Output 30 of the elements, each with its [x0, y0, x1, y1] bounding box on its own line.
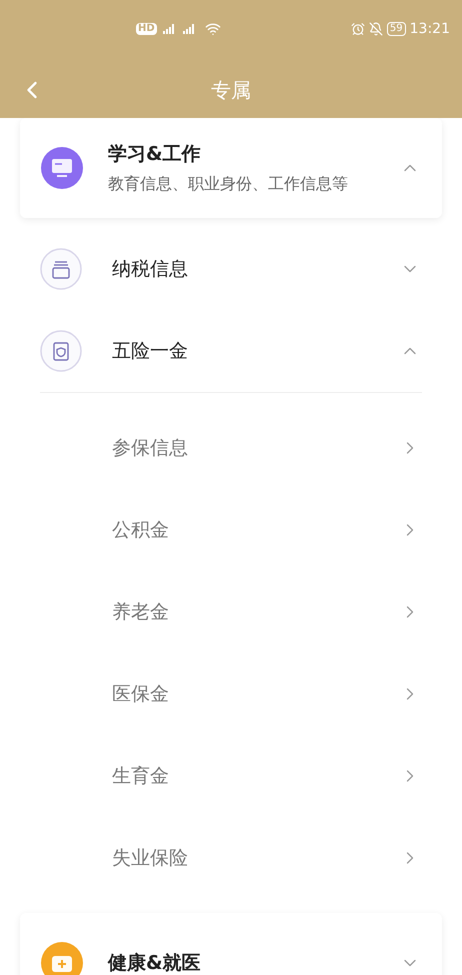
card-title: 学习&工作 — [108, 142, 202, 167]
item-label: 公积金 — [112, 518, 170, 543]
item-label: 养老金 — [112, 600, 170, 625]
item-label: 参保信息 — [112, 436, 189, 461]
item-label: 生育金 — [112, 764, 170, 789]
list-item[interactable]: 生育金 — [0, 735, 462, 817]
alarm-icon — [350, 22, 365, 36]
list-item[interactable]: 养老金 — [0, 571, 462, 653]
group-row[interactable]: 五险一金 — [0, 310, 462, 392]
page-title: 专属 — [211, 77, 251, 104]
clock-time: 13:21 — [410, 20, 450, 38]
group-title: 五险一金 — [112, 338, 189, 364]
card-title: 健康&就医 — [108, 950, 202, 975]
card-subtitle: 教育信息、职业身份、工作信息等 — [108, 173, 349, 196]
group-title: 纳税信息 — [112, 256, 189, 282]
category-card[interactable]: 学习&工作 教育信息、职业身份、工作信息等 — [20, 118, 442, 218]
battery-level: 59 — [386, 22, 406, 36]
group-row[interactable]: 纳税信息 — [0, 228, 462, 310]
tax-box-icon — [40, 248, 82, 290]
list-item[interactable]: 医保金 — [0, 653, 462, 735]
category-card[interactable]: 健康&就医 — [20, 913, 442, 975]
list-item[interactable]: 参保信息 — [0, 407, 462, 489]
bell-off-icon — [368, 22, 383, 36]
list-item[interactable]: 失业保险 — [0, 817, 462, 899]
item-label: 失业保险 — [112, 846, 189, 871]
list-item[interactable]: 公积金 — [0, 489, 462, 571]
hd-label: HD — [136, 22, 157, 36]
shield-card-icon — [40, 330, 82, 372]
wifi-icon — [204, 21, 221, 37]
item-label: 医保金 — [112, 682, 170, 707]
